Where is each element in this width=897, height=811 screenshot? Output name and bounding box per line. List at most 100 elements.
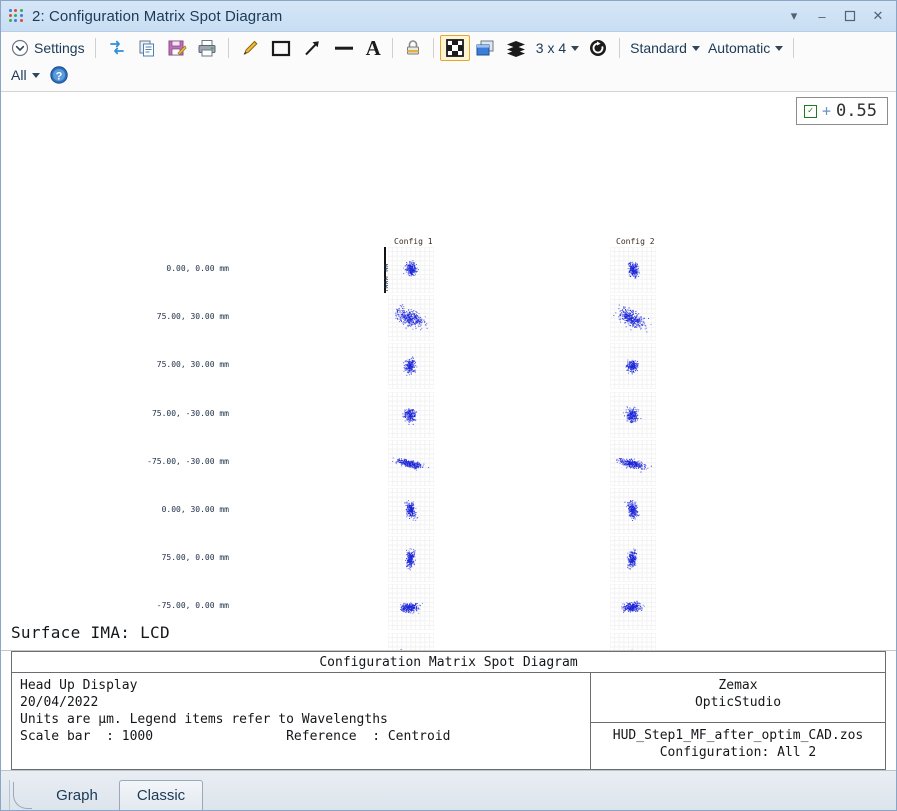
toolbar-separator (227, 38, 229, 58)
fit-window-icon (445, 38, 465, 58)
spot-cell[interactable] (610, 391, 656, 438)
configuration-label: Configuration: All 2 (659, 745, 817, 760)
style-dropdown-label: Standard (630, 40, 687, 56)
chevron-down-icon (571, 45, 580, 51)
footer-panel: Configuration Matrix Spot Diagram Head U… (1, 651, 896, 770)
toolbar-separator (793, 38, 795, 58)
toolbar-separator (94, 38, 96, 58)
spot-cell[interactable] (388, 391, 434, 438)
field-coordinate-label: -75.00, 0.00 mm (156, 601, 229, 611)
spot-cell[interactable] (610, 632, 656, 650)
toolbar-row-2: All ? (7, 62, 890, 88)
spot-cell[interactable] (610, 536, 656, 583)
spot-diagram-window: 2: Configuration Matrix Spot Diagram ▾ –… (0, 0, 897, 811)
spot-cell[interactable] (388, 584, 434, 631)
grid-size-label: 3 x 4 (535, 40, 567, 56)
maximize-button[interactable] (836, 3, 864, 29)
line-icon (332, 38, 356, 58)
refresh-circle-icon (588, 38, 608, 58)
tab-classic[interactable]: Classic (119, 780, 203, 810)
rectangle-icon (270, 38, 292, 58)
field-coordinate-label: 0.00, 0.00 mm (166, 264, 229, 273)
tab-graph[interactable]: Graph (35, 780, 119, 810)
footer-body: Head Up Display 20/04/2022 Units are µm.… (11, 672, 886, 770)
field-coordinate-label: 0.00, 30.00 mm (161, 505, 229, 514)
annotate-pencil-button[interactable] (235, 35, 265, 61)
footer-header: Configuration Matrix Spot Diagram (11, 651, 886, 672)
grid-size-dropdown[interactable]: 3 x 4 (532, 35, 583, 61)
grid-dots-icon (9, 8, 24, 24)
field-coordinate-label: 75.00, 30.00 mm (156, 312, 229, 322)
spot-cell[interactable] (388, 247, 434, 293)
fit-window-button[interactable] (439, 35, 470, 61)
field-coordinate-label: -75.00, -30.00 mm (147, 456, 229, 466)
settings-button[interactable]: Settings (7, 35, 89, 61)
all-dropdown[interactable]: All (7, 62, 44, 88)
copy-icon (137, 38, 157, 58)
spot-cell[interactable] (388, 343, 434, 390)
chevron-down-icon (691, 45, 700, 51)
scale-dropdown-label: Automatic (707, 40, 771, 56)
draw-line-button[interactable] (327, 35, 361, 61)
refresh-all-button[interactable] (583, 35, 613, 61)
spot-cell[interactable] (610, 343, 656, 390)
settings-label: Settings (34, 40, 85, 56)
spot-cell[interactable] (388, 536, 434, 583)
add-text-button[interactable]: A (361, 35, 386, 61)
save-button[interactable] (162, 35, 192, 61)
field-coordinate-label: 75.00, 30.00 mm (156, 360, 229, 370)
lock-icon (404, 38, 422, 58)
help-icon: ? (49, 65, 69, 85)
spot-cell[interactable] (610, 439, 656, 486)
window-title: 2: Configuration Matrix Spot Diagram (32, 7, 283, 25)
footer-description: Head Up Display 20/04/2022 Units are µm.… (20, 678, 451, 744)
spot-cell[interactable] (388, 632, 434, 650)
minimize-button[interactable]: – (808, 3, 836, 29)
graph-area[interactable]: ✓ + 0.55 Config 1 Config 2 0.00, 0.00 mm 75… (1, 92, 896, 651)
save-icon (167, 38, 187, 58)
help-button[interactable]: ? (44, 62, 74, 88)
toolbar-separator (432, 38, 434, 58)
bottom-tab-bar: Graph Classic (1, 770, 896, 810)
spot-cell[interactable] (610, 247, 656, 293)
lock-button[interactable] (399, 35, 427, 61)
scale-dropdown[interactable]: Automatic (704, 35, 787, 61)
titlebar-dropdown-button[interactable]: ▾ (780, 3, 808, 29)
footer-brand-panel: Zemax OpticStudio HUD_Step1_MF_after_opt… (590, 673, 885, 769)
print-icon (197, 38, 217, 58)
field-coordinate-label: 75.00, 0.00 mm (161, 553, 229, 563)
spot-cell[interactable] (388, 488, 434, 534)
title-bar: 2: Configuration Matrix Spot Diagram ▾ –… (1, 1, 896, 32)
svg-text:?: ? (55, 70, 62, 82)
spot-cell[interactable] (610, 295, 656, 342)
layers-button[interactable] (500, 35, 532, 61)
refresh-button[interactable] (102, 35, 132, 61)
close-button[interactable]: ✕ (864, 3, 892, 29)
spot-cell[interactable] (388, 295, 434, 342)
toolbar-separator (391, 38, 393, 58)
copy-button[interactable] (132, 35, 162, 61)
pencil-icon (240, 38, 260, 58)
detach-window-button[interactable] (470, 35, 500, 61)
file-block: HUD_Step1_MF_after_optim_CAD.zos Configu… (591, 722, 885, 769)
field-coordinate-label: 0.00, -30.00 mm (109, 650, 229, 651)
text-icon: A (365, 36, 381, 60)
draw-arrow-button[interactable] (297, 35, 327, 61)
brand-block: Zemax OpticStudio (591, 673, 885, 722)
detach-window-icon (475, 38, 495, 58)
refresh-icon (107, 38, 127, 58)
tab-corner-decoration (9, 780, 35, 810)
spot-cell[interactable] (610, 584, 656, 631)
surface-label: Surface IMA: LCD (11, 623, 170, 642)
chevron-down-icon (775, 45, 784, 51)
spot-cell[interactable] (388, 439, 434, 486)
spot-diagram-plot[interactable]: Config 1 Config 2 0.00, 0.00 mm 75.00, 30.0… (1, 92, 896, 650)
print-button[interactable] (192, 35, 222, 61)
spot-cell[interactable] (610, 488, 656, 534)
brand-line-1: Zemax (718, 678, 758, 693)
style-dropdown[interactable]: Standard (626, 35, 704, 61)
arrow-icon (302, 38, 322, 58)
config-column-header: Config 2 (616, 237, 655, 246)
file-name: HUD_Step1_MF_after_optim_CAD.zos (612, 728, 864, 743)
draw-rectangle-button[interactable] (265, 35, 297, 61)
